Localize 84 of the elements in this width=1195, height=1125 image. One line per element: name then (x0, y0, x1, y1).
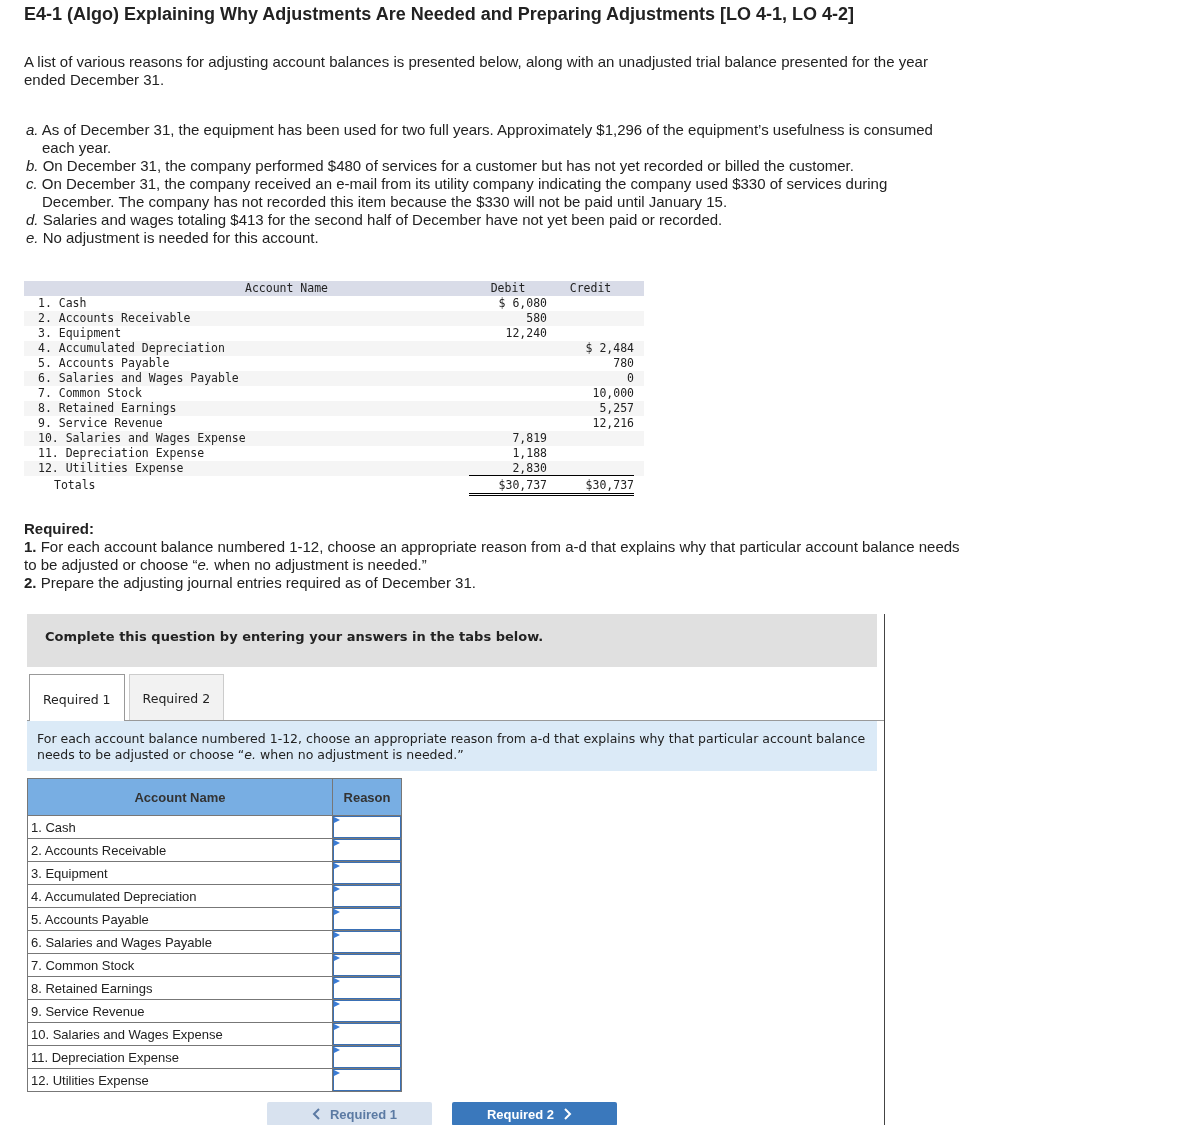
account-name: 7. Common Stock (37, 386, 143, 401)
reason-item: b. On December 31, the company performed $480 of services for a customer but has not yet recorded or billed the customer. (25, 157, 855, 175)
account-name: 6. Salaries and Wages Payable (37, 371, 240, 386)
reason-dropdown[interactable] (333, 1046, 401, 1068)
tab-instructions: For each account balance numbered 1-12, choose an appropriate reason from a-d that explains why that particular account balance needs to be adjusted or choose “e. when no adjustment is needed.” (27, 721, 877, 771)
reason-dropdown[interactable] (333, 1069, 401, 1091)
credit-amount: 10,000 (592, 386, 634, 400)
account-name: 2. Accounts Receivable (27, 838, 333, 862)
account-name: 11. Depreciation Expense (37, 446, 206, 461)
nav-button[interactable]: Required 2 (452, 1102, 617, 1125)
reason-dropdown[interactable] (333, 816, 401, 838)
chevron-right-icon (564, 1108, 573, 1120)
debit-total: $30,737 (498, 478, 547, 492)
dropdown-marker-icon (334, 909, 340, 915)
dropdown-marker-icon (334, 1024, 340, 1030)
credit-total: $30,737 (585, 478, 634, 492)
totals-label: Totals (53, 477, 97, 494)
reason-item: c. On December 31, the company received an e-mail from its utility company indicating the company used $330 of services during December. The company has not recorded this item because the $330 will not be paid until January 15. (25, 175, 889, 211)
tab[interactable]: Required 2 (128, 674, 225, 720)
credit-amount: 5,257 (599, 401, 634, 415)
reason-dropdown[interactable] (333, 931, 401, 953)
dropdown-marker-icon (334, 886, 340, 892)
credit-amount: 780 (613, 356, 634, 370)
reason-dropdown[interactable] (333, 885, 401, 907)
account-name: 12. Utilities Expense (37, 461, 185, 476)
account-name: 10. Salaries and Wages Expense (37, 431, 247, 446)
column-header: Credit (568, 281, 613, 296)
reason-dropdown[interactable] (333, 954, 401, 976)
reason-dropdown[interactable] (333, 1000, 401, 1022)
debit-amount: 2,830 (512, 461, 547, 475)
reason-item: e. No adjustment is needed for this account. (25, 229, 320, 247)
reason-dropdown[interactable] (333, 1023, 401, 1045)
account-name: 10. Salaries and Wages Expense (27, 1022, 333, 1046)
dropdown-marker-icon (334, 978, 340, 984)
account-name: 4. Accumulated Depreciation (27, 884, 333, 908)
account-name: 4. Accumulated Depreciation (37, 341, 226, 356)
account-name: 1. Cash (37, 296, 88, 311)
credit-amount: 12,216 (592, 416, 634, 430)
debit-amount: $ 6,080 (498, 296, 547, 310)
reason-dropdown[interactable] (333, 862, 401, 884)
requirement-text: 2. Prepare the adjusting journal entries required as of December 31. (24, 574, 477, 592)
account-name: 11. Depreciation Expense (27, 1045, 333, 1069)
account-name: 7. Common Stock (27, 953, 333, 977)
chevron-left-icon (311, 1108, 320, 1120)
account-name: 5. Accounts Payable (27, 907, 333, 931)
debit-amount: 12,240 (505, 326, 547, 340)
dropdown-marker-icon (334, 840, 340, 846)
tab[interactable]: Required 1 (29, 674, 125, 721)
reason-dropdown[interactable] (333, 977, 401, 999)
requirement-text: 1. For each account balance numbered 1-12, choose an appropriate reason from a-d that explains why that particular account balance needs to be adjusted or choose “e. when no adjustment is needed.” (24, 538, 961, 574)
required-heading: Required: (24, 520, 95, 538)
account-name: 8. Retained Earnings (37, 401, 178, 416)
credit-amount: 0 (627, 371, 634, 385)
reason-dropdown[interactable] (333, 839, 401, 861)
dropdown-marker-icon (334, 932, 340, 938)
dropdown-marker-icon (334, 1047, 340, 1053)
reason-item: a. As of December 31, the equipment has been used for two full years. Approximately $1,296 of the equipment’s usefulness is consumed each year. (25, 121, 934, 157)
debit-amount: 7,819 (512, 431, 547, 445)
account-name: 3. Equipment (27, 861, 333, 885)
account-name: 9. Service Revenue (37, 416, 164, 431)
account-name: 2. Accounts Receivable (37, 311, 192, 326)
dropdown-marker-icon (334, 955, 340, 961)
account-name: 6. Salaries and Wages Payable (27, 930, 333, 954)
debit-amount: 580 (526, 311, 547, 325)
account-name: 8. Retained Earnings (27, 976, 333, 1000)
column-header: Account Name (27, 778, 333, 816)
account-name: 12. Utilities Expense (27, 1068, 333, 1092)
debit-amount: 1,188 (512, 446, 547, 460)
credit-amount: $ 2,484 (585, 341, 634, 355)
account-name: 1. Cash (27, 815, 333, 839)
account-name: 9. Service Revenue (27, 999, 333, 1023)
column-header: Reason (332, 778, 402, 816)
column-header: Account Name (243, 281, 330, 296)
account-name: 5. Accounts Payable (37, 356, 171, 371)
dropdown-marker-icon (334, 1001, 340, 1007)
intro-paragraph: A list of various reasons for adjusting account balances is presented below, along with an unadjusted trial balance presented for the year ended December 31. (24, 53, 929, 89)
reason-dropdown[interactable] (333, 908, 401, 930)
reason-item: d. Salaries and wages totaling $413 for the second half of December have not yet been paid or recorded. (25, 211, 724, 229)
exercise-title: E4-1 (Algo) Explaining Why Adjustments Are Needed and Preparing Adjustments [LO 4-1, LO 4-2] (24, 4, 856, 25)
column-header: Debit (489, 281, 527, 296)
dropdown-marker-icon (334, 1070, 340, 1076)
dropdown-marker-icon (334, 863, 340, 869)
instruction-banner: Complete this question by entering your answers in the tabs below. (27, 614, 877, 667)
account-name: 3. Equipment (37, 326, 123, 341)
